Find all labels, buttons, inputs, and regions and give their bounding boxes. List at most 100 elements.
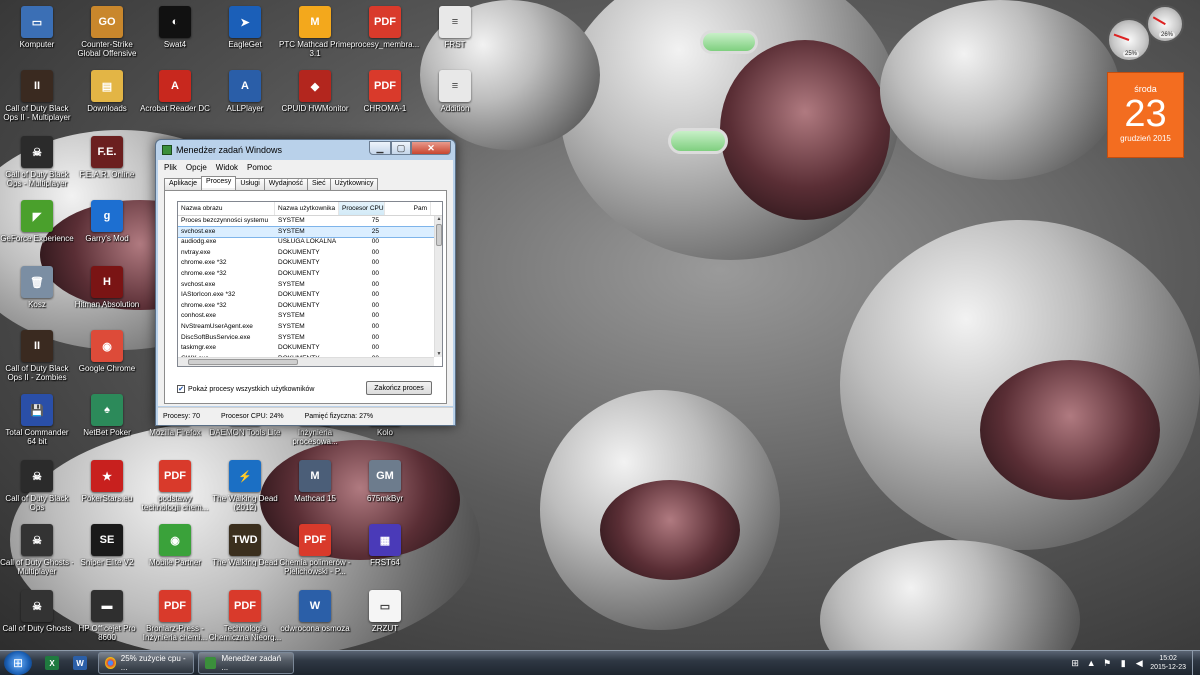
desktop-icon[interactable]: ▭ ZRZUT <box>348 588 422 652</box>
desktop-icon[interactable]: ★ PokerStars.eu <box>70 458 144 522</box>
desktop-icon[interactable]: Wodwrocona osmoza <box>278 588 352 652</box>
maximize-button[interactable]: ▢ <box>391 141 411 155</box>
desktop-icon[interactable]: GM 675mkByr <box>348 458 422 522</box>
task-manager-window[interactable]: Menedżer zadań Windows ▁ ▢ ✕ Plik Opcje … <box>155 139 456 426</box>
desktop-icon[interactable]: H Hitman Absolution <box>70 264 144 328</box>
desktop-icon[interactable]: M PTC Mathcad Prime 3.1 <box>278 4 352 68</box>
desktop-icon[interactable]: ☠ Call of Duty Black Ops <box>0 458 74 522</box>
menu-help[interactable]: Pomoc <box>247 163 272 172</box>
table-row[interactable]: svchost.exe SYSTEM 00 <box>178 280 442 291</box>
desktop-icon[interactable]: ◉ Google Chrome <box>70 328 144 392</box>
desktop-icon[interactable]: ≡ Addition <box>418 68 492 132</box>
start-button[interactable]: ⊞ <box>4 651 32 675</box>
show-desktop-button[interactable] <box>1192 651 1200 675</box>
menu-view[interactable]: Widok <box>216 163 238 172</box>
desktop-icon[interactable]: ⚡ The Walking Dead (2012) <box>208 458 282 522</box>
table-row[interactable]: conhost.exe SYSTEM 00 <box>178 311 442 322</box>
desktop-icon[interactable]: ♠ NetBet Poker <box>70 392 144 456</box>
desktop-icon[interactable]: PDF Technologia Chemiczna Nieorg... <box>208 588 282 652</box>
desktop-icon[interactable]: ◆ CPUID HWMonitor <box>278 68 352 132</box>
desktop-icon[interactable]: ▤ Downloads <box>70 68 144 132</box>
desktop-icon[interactable]: PDF Broniarz-Press - Inżynieria chemi... <box>138 588 212 652</box>
table-row[interactable]: chrome.exe *32 DOKUMENTY 00 <box>178 269 442 280</box>
show-hidden-icons-icon[interactable]: ▲ <box>1086 658 1096 668</box>
table-row[interactable]: audiodg.exe USŁUGA LOKALNA 00 <box>178 237 442 248</box>
column-cpu[interactable]: Procesor CPU <box>339 202 385 215</box>
minimize-button[interactable]: ▁ <box>369 141 391 155</box>
desktop-icon[interactable]: ▬ HP Officejet Pro 8600 <box>70 588 144 652</box>
desktop-icon[interactable]: II Call of Duty Black Ops II - Zombies <box>0 328 74 392</box>
desktop-icon[interactable]: PDF CHROMA-1 <box>348 68 422 132</box>
desktop-icon[interactable]: TWD The Walking Dead <box>208 522 282 586</box>
tab-processes[interactable]: Procesy <box>201 176 237 188</box>
desktop-icon[interactable]: F.E. F.E.A.R. Online <box>70 134 144 198</box>
ram-gauge-gadget[interactable]: 26% <box>1146 5 1184 43</box>
show-all-checkbox[interactable]: ✔ <box>177 385 185 393</box>
desktop-icon[interactable]: GO Counter-Strike Global Offensive <box>70 4 144 68</box>
windows-update-icon[interactable]: ⊞ <box>1070 658 1080 668</box>
desktop-icon[interactable]: ◉ Mobile Partner <box>138 522 212 586</box>
vertical-scrollbar[interactable]: ▲ ▼ <box>434 216 442 357</box>
desktop-icon[interactable]: g Garry's Mod <box>70 198 144 262</box>
column-user-name[interactable]: Nazwa użytkownika <box>275 202 339 215</box>
desktop-icon[interactable]: M Mathcad 15 <box>278 458 352 522</box>
table-row[interactable]: nvtray.exe DOKUMENTY 00 <box>178 248 442 259</box>
desktop-icon[interactable]: ≡ FRST <box>418 4 492 68</box>
table-row[interactable]: IAStorIcon.exe *32 DOKUMENTY 00 <box>178 290 442 301</box>
end-process-button[interactable]: Zakończ proces <box>366 381 432 395</box>
tab-applications[interactable]: Aplikacje <box>164 178 203 190</box>
volume-icon[interactable]: ◀ <box>1134 658 1144 668</box>
tab-network[interactable]: Sieć <box>306 178 331 190</box>
desktop-icon[interactable]: ◐ Swat4 <box>138 4 212 68</box>
desktop-icon[interactable]: 💾 Total Commander 64 bit <box>0 392 74 456</box>
desktop-icon-label: Technologia Chemiczna Nieorg... <box>208 624 282 642</box>
desktop-icon[interactable]: ▭ Komputer <box>0 4 74 68</box>
table-row[interactable]: DiscSoftBusService.exe SYSTEM 00 <box>178 333 442 344</box>
desktop-icon[interactable]: II Call of Duty Black Ops II - Multiplaye… <box>0 68 74 132</box>
column-memory[interactable]: Pam <box>385 202 431 215</box>
tab-performance[interactable]: Wydajność <box>263 178 308 190</box>
taskbar-pin-excel[interactable]: X <box>38 652 66 674</box>
scroll-up-icon[interactable]: ▲ <box>435 216 442 222</box>
network-icon[interactable]: ▮ <box>1118 658 1128 668</box>
taskbar-task-task-manager[interactable]: Menedżer zadań ... <box>198 652 294 674</box>
menu-file[interactable]: Plik <box>164 163 177 172</box>
csgo-icon: GO <box>91 6 123 38</box>
calendar-gadget[interactable]: środa 23 grudzień 2015 <box>1107 72 1184 158</box>
table-row[interactable]: chrome.exe *32 DOKUMENTY 00 <box>178 258 442 269</box>
desktop-icon[interactable]: A ALLPlayer <box>208 68 282 132</box>
taskbar-pin-word[interactable]: W <box>66 652 94 674</box>
desktop-icon[interactable]: ☠ Call of Duty Black Ops - Multiplayer <box>0 134 74 198</box>
scroll-thumb[interactable] <box>188 359 298 365</box>
scroll-thumb[interactable] <box>436 224 442 246</box>
clock[interactable]: 15:02 2015-12-23 <box>1150 654 1186 672</box>
desktop-icon[interactable]: PDF Chemia polimerów - Pielichowski - P..… <box>278 522 352 586</box>
table-row[interactable]: chrome.exe *32 DOKUMENTY 00 <box>178 301 442 312</box>
cpu-gauge-gadget[interactable]: 25% <box>1107 18 1151 62</box>
desktop-icon[interactable]: ▦ FRST64 <box>348 522 422 586</box>
desktop-icon[interactable]: ◤ GeForce Experience <box>0 198 74 262</box>
desktop-icon[interactable]: ➤ EagleGet <box>208 4 282 68</box>
menu-options[interactable]: Opcje <box>186 163 207 172</box>
desktop-icon[interactable]: PDF procesy_membra... <box>348 4 422 68</box>
desktop-icon[interactable]: 🗑 Kosz <box>0 264 74 328</box>
table-row[interactable]: NvStreamUserAgent.exe SYSTEM 00 <box>178 322 442 333</box>
taskbar-task-chrome[interactable]: 25% zużycie cpu - ... <box>98 652 194 674</box>
action-center-icon[interactable]: ⚑ <box>1102 658 1112 668</box>
desktop-icon[interactable]: A Acrobat Reader DC <box>138 68 212 132</box>
scroll-down-icon[interactable]: ▼ <box>435 351 442 357</box>
table-row[interactable]: svchost.exe SYSTEM 25 <box>178 225 442 239</box>
table-row[interactable]: taskmgr.exe DOKUMENTY 00 <box>178 343 442 354</box>
horizontal-scrollbar[interactable] <box>178 357 434 366</box>
process-cpu: 00 <box>371 301 379 309</box>
tab-services[interactable]: Usługi <box>235 178 265 190</box>
table-row[interactable]: Proces bezczynności systemu SYSTEM 75 <box>178 216 442 227</box>
tab-users[interactable]: Użytkownicy <box>329 178 379 190</box>
desktop-icon[interactable]: ☠ Call of Duty Ghosts - Multiplayer <box>0 522 74 586</box>
desktop-icon[interactable]: PDF podstawy technologii chem... <box>138 458 212 522</box>
desktop-icon[interactable]: SE Sniper Elite V2 <box>70 522 144 586</box>
process-list[interactable]: Nazwa obrazu Nazwa użytkownika Procesor … <box>177 201 443 367</box>
desktop-icon[interactable]: ☠ Call of Duty Ghosts <box>0 588 74 652</box>
close-button[interactable]: ✕ <box>411 141 451 155</box>
column-image-name[interactable]: Nazwa obrazu <box>178 202 275 215</box>
